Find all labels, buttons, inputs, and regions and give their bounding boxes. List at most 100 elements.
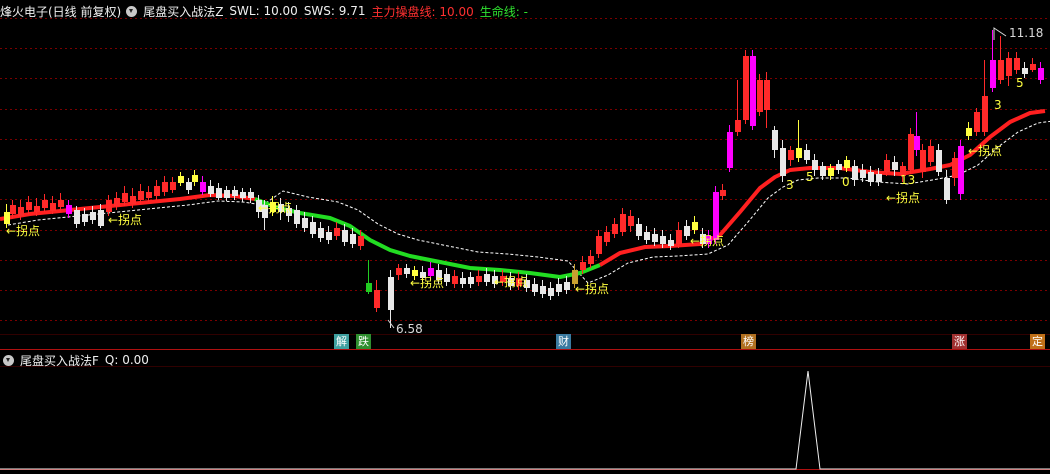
candle-body <box>396 268 402 275</box>
candle-body <box>388 277 394 310</box>
gear-icon[interactable] <box>3 354 14 366</box>
candle-body <box>958 146 964 194</box>
candle-body <box>460 278 466 284</box>
candle-body <box>310 222 316 234</box>
candle-body <box>58 200 64 207</box>
candle-body <box>764 80 770 110</box>
candle-body <box>50 203 56 211</box>
candle-body <box>876 174 882 182</box>
candle-body <box>294 210 300 224</box>
candle-body <box>476 276 482 282</box>
candle-body <box>982 96 988 132</box>
sub-indicator-name[interactable]: 尾盘买入战法F <box>20 352 99 369</box>
candle-body <box>936 150 942 172</box>
candle-body <box>844 160 850 168</box>
candle-body <box>620 214 626 232</box>
candle-body <box>468 277 474 284</box>
candle-body <box>82 214 88 222</box>
candle-body <box>208 186 214 194</box>
candle-body <box>444 274 450 282</box>
main-line-up <box>598 109 1046 267</box>
candle-body <box>735 120 741 132</box>
candle-body <box>788 150 794 160</box>
candle-body <box>668 240 674 246</box>
candle-body <box>750 56 756 126</box>
event-tag-cai[interactable]: 财 <box>556 334 571 349</box>
candle-body <box>727 132 733 168</box>
candle-body <box>90 212 96 220</box>
turn-point-label: ←拐点 <box>494 274 528 289</box>
event-tag-zhang[interactable]: 涨 <box>952 334 967 349</box>
candle-body <box>66 205 72 214</box>
candle-body <box>990 60 996 88</box>
candle-body <box>114 198 120 206</box>
candle-body <box>342 230 348 242</box>
candle-body <box>564 282 570 290</box>
count-label: 5 <box>806 170 814 184</box>
candle-body <box>98 210 104 226</box>
candle-body <box>852 166 858 180</box>
candle-body <box>556 284 562 292</box>
candle-body <box>660 236 666 244</box>
turn-point-label: ←拐点 <box>690 233 724 248</box>
candle-body <box>743 56 749 120</box>
event-tag-ding[interactable]: 定 <box>1030 334 1045 349</box>
candle-body <box>186 182 192 190</box>
event-tag-die[interactable]: 跌 <box>356 334 371 349</box>
candle-body <box>232 190 238 196</box>
candle-body <box>596 236 602 254</box>
event-tag-bang[interactable]: 榜 <box>741 334 756 349</box>
candle-body <box>350 234 356 244</box>
sub-q-value: Q: 0.00 <box>104 353 149 367</box>
candle-body <box>224 190 230 198</box>
main-line-down <box>254 197 601 279</box>
candle-body <box>404 268 410 274</box>
candle-body <box>428 268 434 276</box>
count-label: 0 <box>842 175 850 189</box>
candle-body <box>628 216 634 226</box>
count-label: 3 <box>786 178 794 192</box>
high-price-label: 11.18 <box>1009 26 1043 40</box>
candle-body <box>828 168 834 176</box>
candle-body <box>42 200 48 208</box>
candle-body <box>580 262 586 270</box>
count-label: 5 <box>1016 76 1024 90</box>
price-chart[interactable]: ←拐点←拐点←拐点←拐点 ←拐点 ←拐点←拐点←拐点←拐点11.186.5835 0 1… <box>0 0 1050 474</box>
stock-chart-window: 烽火电子(日线 前复权) 尾盘买入战法Z SWL: 10.00 SWS: 9.7… <box>0 0 1050 474</box>
candle-body <box>34 206 40 212</box>
count-label: 13 <box>900 173 915 187</box>
candle-body <box>366 283 372 292</box>
event-tag-jie[interactable]: 解 <box>334 334 349 349</box>
candle-body <box>604 232 610 242</box>
candle-body <box>452 276 458 284</box>
candle-body <box>178 176 184 183</box>
candle-body <box>74 210 80 224</box>
candle-body <box>644 232 650 240</box>
candle-body <box>692 222 698 230</box>
candle-body <box>713 192 719 240</box>
candle-body <box>820 166 826 176</box>
candle-body <box>966 128 972 136</box>
candle-body <box>106 200 112 212</box>
turn-point-label: ←拐点 <box>258 200 292 215</box>
candle-body <box>200 182 206 192</box>
candle-body <box>248 192 254 198</box>
candle-body <box>884 160 890 172</box>
candle-body <box>676 230 682 244</box>
candle-body <box>612 224 618 234</box>
candle-body <box>1038 68 1044 80</box>
candle-body <box>1030 64 1036 70</box>
candle-body <box>908 134 914 170</box>
turn-point-label: ←拐点 <box>575 281 609 296</box>
candle-body <box>944 178 950 200</box>
candle-body <box>162 182 168 192</box>
candle-body <box>326 232 332 240</box>
candle-body <box>10 205 16 214</box>
candle-body <box>122 193 128 202</box>
candle-body <box>192 175 198 182</box>
turn-point-label: ←拐点 <box>410 275 444 290</box>
candle-body <box>652 234 658 242</box>
candle-body <box>240 192 246 198</box>
candle-body <box>358 236 364 246</box>
candle-body <box>484 274 490 282</box>
